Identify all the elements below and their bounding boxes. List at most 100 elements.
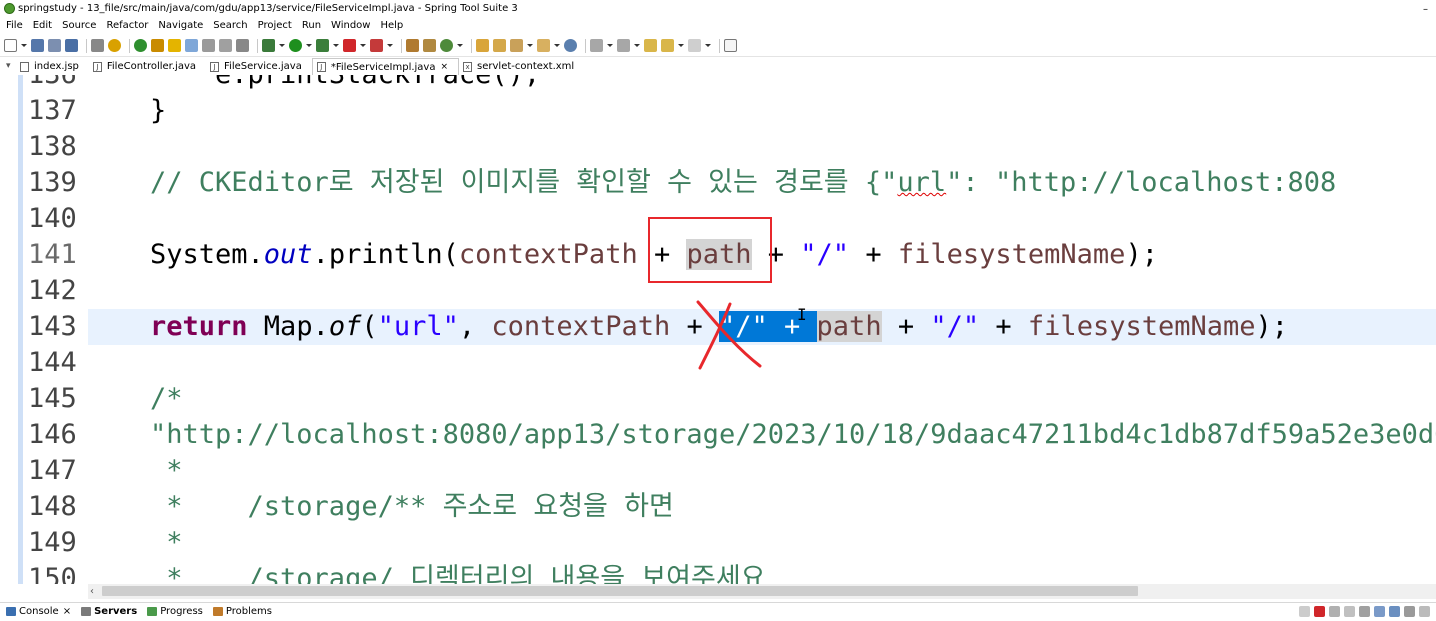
line-number: 146 — [28, 419, 77, 450]
new-package-icon[interactable] — [423, 39, 436, 52]
print-icon[interactable] — [65, 39, 78, 52]
line-number: 147 — [28, 455, 77, 486]
code-line[interactable]: 136 e.printStackTrace(); — [0, 75, 1436, 93]
code-line[interactable]: 139 // CKEditor로 저장된 이미지를 확인할 수 있는 경로를 {… — [0, 165, 1436, 201]
open-folder-dropdown-icon[interactable] — [554, 39, 560, 52]
menu-run[interactable]: Run — [297, 17, 326, 34]
menu-window[interactable]: Window — [326, 17, 375, 34]
new-class-dropdown-icon[interactable] — [457, 39, 463, 52]
menu-navigate[interactable]: Navigate — [153, 17, 208, 34]
next-annotation-dropdown-icon[interactable] — [607, 39, 613, 52]
debug-status-icon[interactable] — [108, 39, 121, 52]
scroll-left-icon[interactable]: ‹ — [90, 584, 94, 599]
code-line[interactable]: 138 — [0, 129, 1436, 165]
toolbar-separator — [129, 38, 130, 53]
open-folder-icon[interactable] — [537, 39, 550, 52]
stop-dropdown-icon[interactable] — [360, 39, 366, 52]
tab-servers[interactable]: Servers — [75, 603, 141, 620]
main-toolbar — [0, 35, 1436, 57]
code-line[interactable]: 146 "http://localhost:8080/app13/storage… — [0, 417, 1436, 453]
tab-console[interactable]: Console × — [0, 603, 75, 620]
whitespace-icon[interactable] — [219, 39, 232, 52]
server-start-icon[interactable] — [134, 39, 147, 52]
globe-icon[interactable] — [564, 39, 577, 52]
open-perspective-icon[interactable] — [724, 39, 737, 52]
paragraph-icon[interactable] — [236, 39, 249, 52]
display-console-icon[interactable] — [1374, 606, 1385, 617]
forward-icon[interactable] — [688, 39, 701, 52]
search-icon[interactable] — [510, 39, 523, 52]
code-line[interactable]: 145 /* — [0, 381, 1436, 417]
skip-breakpoints-icon[interactable] — [91, 39, 104, 52]
run-dropdown-icon[interactable] — [306, 39, 312, 52]
spelling-underlined-word: url — [897, 167, 947, 198]
word-wrap-icon[interactable] — [185, 39, 198, 52]
external-tools-dropdown-icon[interactable] — [387, 39, 393, 52]
stop-server-icon[interactable] — [1314, 606, 1325, 617]
code-line[interactable]: 148 * /storage/** 주소로 요청을 하면 — [0, 489, 1436, 525]
tab-index-jsp[interactable]: index.jsp — [16, 58, 89, 75]
tab-file-service-impl[interactable]: J *FileServiceImpl.java × — [311, 58, 460, 76]
editor-menu-icon[interactable]: ▾ — [6, 58, 16, 75]
save-icon[interactable] — [31, 39, 44, 52]
scrollbar-thumb[interactable] — [102, 586, 1138, 596]
menu-project[interactable]: Project — [253, 17, 297, 34]
menu-file[interactable]: File — [0, 17, 28, 34]
tab-servlet-context[interactable]: x servlet-context.xml — [459, 58, 584, 75]
tab-label: index.jsp — [34, 61, 79, 72]
tab-progress[interactable]: Progress — [141, 603, 207, 620]
close-icon[interactable]: × — [63, 603, 71, 621]
horizontal-scrollbar[interactable]: ‹ — [88, 584, 1436, 599]
minimize-panel-icon[interactable] — [1419, 606, 1430, 617]
menu-refactor[interactable]: Refactor — [101, 17, 153, 34]
toolbar-separator — [585, 38, 586, 53]
problems-icon — [212, 607, 223, 616]
save-all-icon[interactable] — [48, 39, 61, 52]
new-java-project-icon[interactable] — [406, 39, 419, 52]
search-dropdown-icon[interactable] — [527, 39, 533, 52]
block-select-icon[interactable] — [202, 39, 215, 52]
coverage-dropdown-icon[interactable] — [333, 39, 339, 52]
publish-icon[interactable] — [1299, 606, 1310, 617]
console-icon — [6, 607, 16, 616]
code-line[interactable]: 147 * — [0, 453, 1436, 489]
previous-annotation-icon[interactable] — [617, 39, 630, 52]
disconnect-icon[interactable] — [1329, 606, 1340, 617]
scroll-lock-icon[interactable] — [1359, 606, 1370, 617]
external-tools-icon[interactable] — [370, 39, 383, 52]
forward-dropdown-icon[interactable] — [705, 39, 711, 52]
code-line[interactable]: 149 * — [0, 525, 1436, 561]
back-icon[interactable] — [661, 39, 674, 52]
coverage-icon[interactable] — [316, 39, 329, 52]
menu-edit[interactable]: Edit — [28, 17, 57, 34]
code-line[interactable]: 150 * /storage/ 디렉터리의 내용을 보여주세요 — [0, 561, 1436, 584]
close-icon[interactable]: × — [440, 59, 448, 76]
code-line[interactable]: 137 } — [0, 93, 1436, 129]
previous-annotation-dropdown-icon[interactable] — [634, 39, 640, 52]
next-annotation-icon[interactable] — [590, 39, 603, 52]
run-icon[interactable] — [289, 39, 302, 52]
open-console-icon[interactable] — [1389, 606, 1400, 617]
stop-icon[interactable] — [343, 39, 356, 52]
new-icon[interactable] — [4, 39, 17, 52]
new-class-icon[interactable] — [440, 39, 453, 52]
new-dropdown-icon[interactable] — [21, 39, 27, 52]
toolbar-separator — [719, 38, 720, 53]
menu-help[interactable]: Help — [375, 17, 408, 34]
debug-dropdown-icon[interactable] — [279, 39, 285, 52]
open-task-icon[interactable] — [493, 39, 506, 52]
menu-search[interactable]: Search — [208, 17, 252, 34]
back-dropdown-icon[interactable] — [678, 39, 684, 52]
toggle-mark-icon[interactable] — [151, 39, 164, 52]
view-menu-icon[interactable] — [1404, 606, 1415, 617]
comment-text: * /storage/ 디렉터리의 내용을 보여주세요 — [150, 563, 766, 584]
highlight-icon[interactable] — [168, 39, 181, 52]
last-edit-location-icon[interactable] — [644, 39, 657, 52]
open-type-icon[interactable] — [476, 39, 489, 52]
tab-file-controller[interactable]: J FileController.java — [89, 58, 206, 75]
debug-icon[interactable] — [262, 39, 275, 52]
menu-source[interactable]: Source — [57, 17, 101, 34]
tab-file-service[interactable]: J FileService.java — [206, 58, 312, 75]
tab-problems[interactable]: Problems — [207, 603, 276, 620]
remove-all-icon[interactable] — [1344, 606, 1355, 617]
